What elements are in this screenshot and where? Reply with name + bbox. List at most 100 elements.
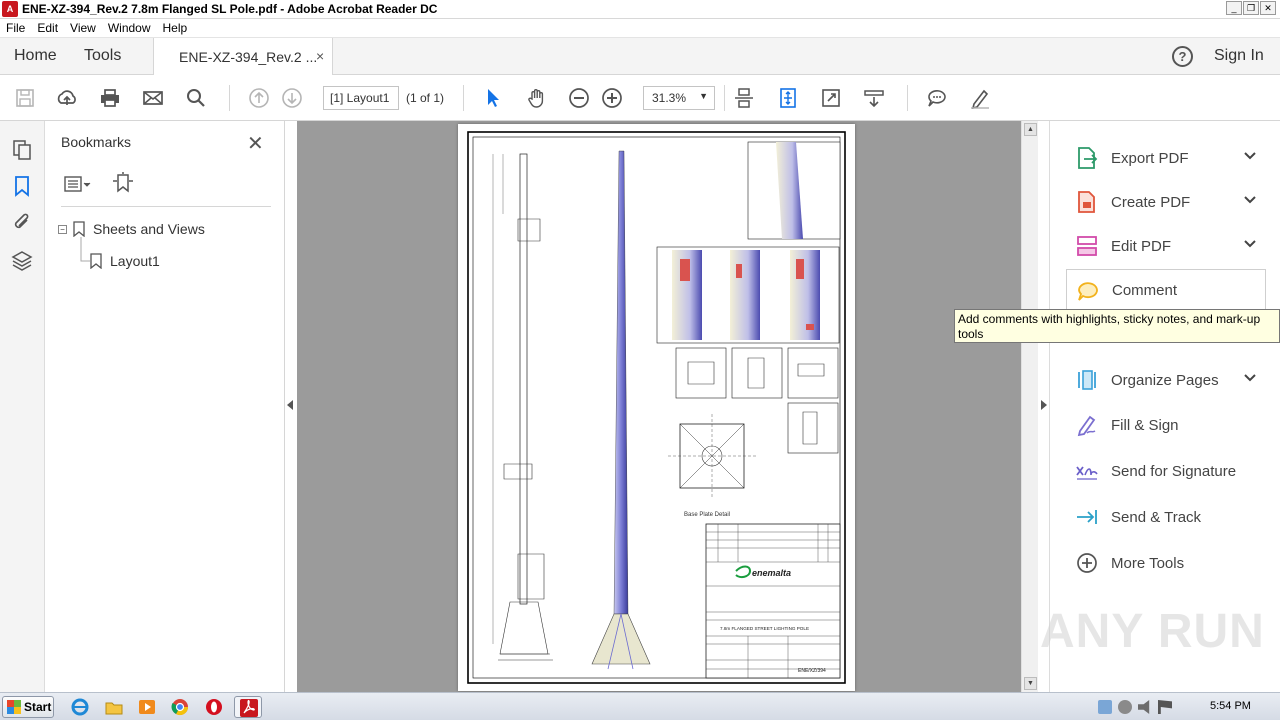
tool-label: Send for Signature — [1111, 462, 1237, 480]
tool-send-for-signature[interactable]: Send for Signature — [1066, 453, 1266, 489]
tool-organize-pages[interactable]: Organize Pages — [1066, 362, 1266, 398]
tool-export-pdf[interactable]: Export PDF — [1066, 140, 1266, 176]
help-icon[interactable]: ? — [1172, 46, 1193, 67]
pages-icon[interactable] — [11, 139, 33, 161]
tools-tab[interactable]: Tools — [84, 47, 121, 65]
start-button[interactable]: Start — [2, 696, 54, 718]
network-icon[interactable] — [1098, 700, 1112, 714]
chevron-down-icon[interactable] — [1242, 148, 1258, 164]
collapse-left-pane-handle[interactable] — [287, 400, 293, 410]
document-viewer[interactable]: Base Plate Detail enemalta 7.8m FLANGED … — [297, 121, 1021, 692]
zoom-in-icon[interactable] — [601, 87, 623, 109]
export-pdf-icon — [1078, 147, 1098, 169]
flag-icon[interactable] — [1158, 700, 1172, 714]
zoom-value: 31.3% — [652, 91, 687, 105]
tool-create-pdf[interactable]: Create PDF — [1066, 184, 1266, 220]
home-tab[interactable]: Home — [14, 47, 57, 65]
clock: 5:54 PM — [1210, 700, 1251, 712]
new-bookmark-icon[interactable] — [111, 171, 135, 195]
chevron-down-icon[interactable] — [1242, 236, 1258, 252]
bookmark-icon[interactable] — [11, 175, 33, 197]
email-icon[interactable] — [142, 87, 164, 109]
pen-icon[interactable] — [969, 87, 991, 109]
bookmark-ribbon-icon — [73, 221, 85, 237]
scroll-mode-icon[interactable] — [733, 87, 755, 109]
start-label: Start — [24, 700, 52, 714]
collapse-right-pane-handle[interactable] — [1041, 400, 1047, 410]
bookmark-sheets-and-views[interactable]: − Sheets and Views — [58, 221, 205, 237]
tool-send-track[interactable]: Send & Track — [1066, 499, 1266, 535]
tool-label: Export PDF — [1111, 149, 1189, 167]
scroll-up-icon[interactable]: ▲ — [1024, 123, 1037, 136]
organize-pages-icon — [1078, 370, 1096, 390]
create-pdf-icon — [1078, 191, 1095, 213]
opera-icon[interactable] — [204, 697, 224, 717]
search-icon[interactable] — [185, 87, 207, 109]
close-window-button[interactable]: ✕ — [1260, 1, 1276, 15]
restore-button[interactable]: ❐ — [1243, 1, 1259, 15]
send-signature-icon — [1076, 466, 1098, 480]
chevron-down-icon: ▼ — [699, 91, 708, 101]
bookmarks-panel: Bookmarks ✕ − Sheets and Views Layout1 — [45, 121, 285, 692]
tool-label: Edit PDF — [1111, 237, 1172, 255]
tool-label: Create PDF — [1111, 193, 1191, 211]
drawing-sheet: Base Plate Detail enemalta 7.8m FLANGED … — [467, 131, 846, 684]
title-bar: A ENE-XZ-394_Rev.2 7.8m Flanged SL Pole.… — [0, 0, 1280, 19]
menu-window[interactable]: Window — [102, 21, 157, 35]
chrome-icon[interactable] — [170, 697, 190, 717]
comment-tooltip: Add comments with highlights, sticky not… — [954, 309, 1280, 343]
close-icon[interactable]: ✕ — [247, 131, 264, 156]
tool-fill-sign[interactable]: Fill & Sign — [1066, 407, 1266, 443]
tool-more-tools[interactable]: More Tools — [1066, 545, 1266, 581]
nav-row: Home Tools ENE-XZ-394_Rev.2 ... × ? Sign… — [0, 38, 1280, 75]
layers-icon[interactable] — [11, 249, 33, 271]
explorer-icon[interactable] — [104, 697, 124, 717]
bookmark-layout1[interactable]: Layout1 — [90, 253, 160, 269]
hand-icon[interactable] — [526, 87, 548, 109]
drawing-title-text: 7.8m FLANGED STREET LIGHTING POLE — [720, 626, 809, 631]
zoom-out-icon[interactable] — [568, 87, 590, 109]
menu-help[interactable]: Help — [157, 21, 194, 35]
save-icon[interactable] — [14, 87, 36, 109]
next-page-icon[interactable] — [281, 87, 303, 109]
menu-view[interactable]: View — [64, 21, 102, 35]
menu-edit[interactable]: Edit — [31, 21, 64, 35]
sign-in-link[interactable]: Sign In — [1214, 47, 1264, 65]
fullscreen-icon[interactable] — [820, 87, 842, 109]
vertical-scrollbar[interactable]: ▲ ▼ — [1021, 121, 1038, 692]
fit-page-icon[interactable] — [777, 87, 799, 109]
tool-label: More Tools — [1111, 554, 1185, 572]
menu-file[interactable]: File — [0, 21, 31, 35]
ie-icon[interactable] — [70, 697, 90, 717]
prev-page-icon[interactable] — [248, 87, 270, 109]
windows-flag-icon — [7, 700, 21, 714]
document-tab[interactable]: ENE-XZ-394_Rev.2 ... × — [153, 38, 333, 75]
upload-icon[interactable] — [56, 87, 78, 109]
select-arrow-icon[interactable] — [482, 87, 504, 109]
collapse-toggle[interactable]: − — [58, 224, 67, 234]
send-track-icon — [1077, 510, 1097, 524]
tool-comment[interactable]: Comment — [1066, 269, 1266, 311]
attachment-icon[interactable] — [11, 211, 33, 233]
print-icon[interactable] — [99, 87, 121, 109]
minimize-button[interactable]: _ — [1226, 1, 1242, 15]
tool-edit-pdf[interactable]: Edit PDF — [1066, 228, 1266, 264]
read-mode-icon[interactable] — [863, 87, 885, 109]
watermark-text: ANY RUN — [1040, 605, 1265, 658]
zoom-select[interactable]: 31.3% ▼ — [643, 86, 715, 110]
comment-tool-icon — [1078, 281, 1098, 301]
page-number-field[interactable]: [1] Layout1 — [323, 86, 399, 110]
acrobat-icon[interactable] — [234, 696, 262, 718]
volume-icon[interactable] — [1138, 700, 1150, 714]
bookmark-options-icon[interactable] — [63, 173, 93, 195]
chevron-down-icon[interactable] — [1242, 192, 1258, 208]
base-plate-caption: Base Plate Detail — [684, 512, 730, 518]
chevron-down-icon[interactable] — [1242, 370, 1258, 386]
close-tab-button[interactable]: × — [316, 48, 324, 64]
comment-icon[interactable] — [926, 87, 948, 109]
drawing-number-text: ENE/XZ/394 — [798, 668, 826, 674]
left-navigation-strip — [0, 121, 45, 692]
scroll-down-icon[interactable]: ▼ — [1024, 677, 1037, 690]
media-player-icon[interactable] — [137, 697, 157, 717]
security-icon[interactable] — [1118, 700, 1132, 714]
